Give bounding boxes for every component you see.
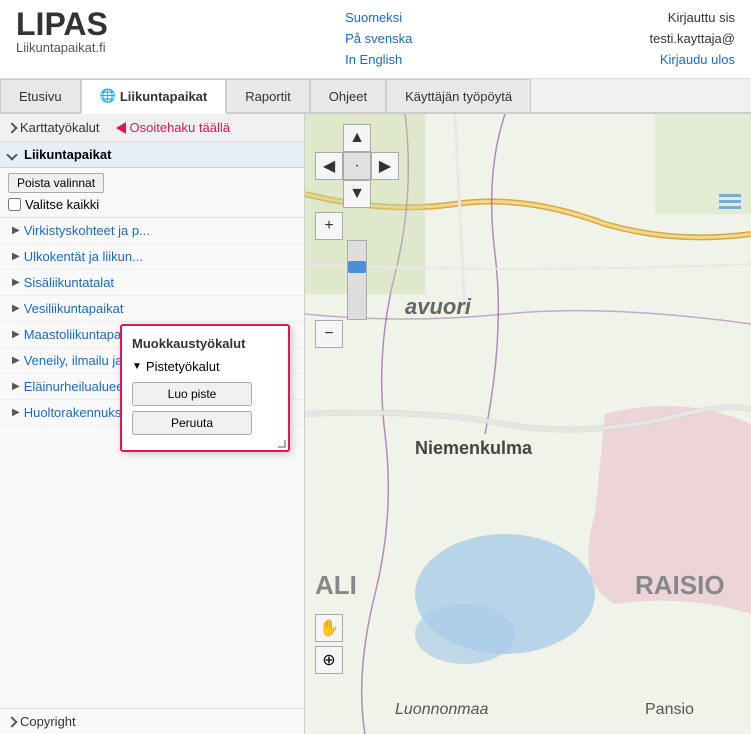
peruuta-button[interactable]: Peruuta bbox=[132, 411, 252, 435]
tab-liikuntapaikat-label: Liikuntapaikat bbox=[120, 89, 207, 104]
resize-handle[interactable] bbox=[278, 440, 286, 448]
list-item-label: Huoltorakennukset bbox=[24, 405, 132, 420]
valitse-kaikki-checkbox[interactable] bbox=[8, 198, 21, 211]
list-arrow-icon: ▶ bbox=[12, 303, 20, 314]
list-arrow-icon: ▶ bbox=[12, 251, 20, 262]
poista-valinnat-button[interactable]: Poista valinnat bbox=[8, 173, 104, 193]
tab-etusivu-label: Etusivu bbox=[19, 89, 62, 104]
tab-etusivu[interactable]: Etusivu bbox=[0, 79, 81, 112]
user-area: Kirjauttu sis testi.kayttaja@ Kirjaudu u… bbox=[650, 8, 735, 70]
logo-lipas: LIPAS bbox=[16, 8, 108, 40]
list-arrow-icon: ▶ bbox=[12, 225, 20, 236]
map-area[interactable]: avuori Niemenkulma ALI RAISIO Luonnonmaa… bbox=[305, 114, 751, 734]
pan-up-button[interactable]: ▲ bbox=[343, 124, 371, 152]
header: LIPAS Liikuntapaikat.fi Suomeksi På sven… bbox=[0, 0, 751, 79]
map-tools-section: Karttatyökalut Osoitehaku täällä bbox=[0, 114, 304, 142]
pistetyokalut-toggle[interactable]: ▼ Pistetyökalut bbox=[132, 359, 278, 374]
osoitehaku-hint: Osoitehaku täällä bbox=[116, 120, 230, 135]
osoitehaku-text: Osoitehaku täällä bbox=[130, 120, 230, 135]
tab-raportit-label: Raportit bbox=[245, 89, 291, 104]
map-controls: ▲ ◀ · ▶ ▼ + − bbox=[315, 124, 399, 348]
list-arrow-icon: ▶ bbox=[12, 381, 20, 392]
list-item-label: Sisäliikuntatalat bbox=[24, 275, 114, 290]
zoom-extent-button[interactable]: ⊕ bbox=[315, 646, 343, 674]
map-bottom-controls: ✋ ⊕ bbox=[315, 614, 343, 674]
list-item-label: Eläinurheilualueet bbox=[24, 379, 127, 394]
svg-text:ALI: ALI bbox=[315, 570, 357, 600]
map-lines-decoration bbox=[719, 194, 741, 209]
zoom-thumb[interactable] bbox=[348, 261, 366, 273]
valitse-kaikki-label: Valitse kaikki bbox=[25, 197, 99, 212]
list-item-label: Vesiliikuntapaikat bbox=[24, 301, 124, 316]
list-item[interactable]: ▶ Sisäliikuntatalat bbox=[0, 270, 304, 296]
list-item-label: Virkistyskohteet ja p... bbox=[24, 223, 150, 238]
sidebar-controls: Poista valinnat Valitse kaikki bbox=[0, 168, 304, 218]
pan-right-button[interactable]: ▶ bbox=[371, 152, 399, 180]
link-svenska[interactable]: På svenska bbox=[345, 29, 412, 50]
copyright-arrow-icon bbox=[6, 716, 17, 727]
list-arrow-icon: ▶ bbox=[12, 407, 20, 418]
tab-liikuntapaikat[interactable]: 🌐 Liikuntapaikat bbox=[81, 79, 227, 114]
list-item-label: Ulkokentät ja liikun... bbox=[24, 249, 143, 264]
link-suomeksi[interactable]: Suomeksi bbox=[345, 8, 402, 29]
svg-text:Luonnonmaa: Luonnonmaa bbox=[395, 701, 489, 718]
sidebar: Karttatyökalut Osoitehaku täällä Liikunt… bbox=[0, 114, 305, 734]
liikuntapaikat-label: Liikuntapaikat bbox=[24, 147, 111, 162]
globe-icon: 🌐 bbox=[100, 88, 116, 104]
zoom-out-button[interactable]: − bbox=[315, 320, 343, 348]
copyright-label: Copyright bbox=[20, 714, 76, 729]
tab-ohjeet-label: Ohjeet bbox=[329, 89, 367, 104]
list-item[interactable]: ▶ Vesiliikuntapaikat bbox=[0, 296, 304, 322]
valitse-kaikki-row: Valitse kaikki bbox=[8, 197, 296, 212]
svg-text:avuori: avuori bbox=[405, 294, 472, 319]
tab-ohjeet[interactable]: Ohjeet bbox=[310, 79, 386, 112]
svg-text:Niemenkulma: Niemenkulma bbox=[415, 438, 533, 458]
pistetyokalut-label: Pistetyökalut bbox=[146, 359, 220, 374]
nav-tabs: Etusivu 🌐 Liikuntapaikat Raportit Ohjeet… bbox=[0, 79, 751, 114]
liikuntapaikat-arrow-icon bbox=[6, 149, 17, 160]
hand-tool-button[interactable]: ✋ bbox=[315, 614, 343, 642]
list-item[interactable]: ▶ Ulkokentät ja liikun... bbox=[0, 244, 304, 270]
tab-tyopoyta-label: Käyttäjän työpöytä bbox=[405, 89, 512, 104]
luo-piste-button[interactable]: Luo piste bbox=[132, 382, 252, 406]
tab-raportit[interactable]: Raportit bbox=[226, 79, 310, 112]
pistetyokalut-arrow-icon: ▼ bbox=[132, 361, 142, 372]
modal-title: Muokkaustyökalut bbox=[132, 336, 278, 351]
tab-tyopoyta[interactable]: Käyttäjän työpöytä bbox=[386, 79, 531, 112]
list-arrow-icon: ▶ bbox=[12, 277, 20, 288]
liikuntapaikat-section[interactable]: Liikuntapaikat bbox=[0, 142, 304, 168]
copyright-section[interactable]: Copyright bbox=[0, 708, 304, 734]
top-links: Suomeksi På svenska In English bbox=[345, 8, 412, 70]
user-status: Kirjauttu sis bbox=[668, 8, 735, 29]
list-arrow-icon: ▶ bbox=[12, 329, 20, 340]
pan-down-button[interactable]: ▼ bbox=[343, 180, 371, 208]
zoom-in-button[interactable]: + bbox=[315, 212, 343, 240]
list-arrow-icon: ▶ bbox=[12, 355, 20, 366]
svg-text:RAISIO: RAISIO bbox=[635, 570, 725, 600]
zoom-slider[interactable] bbox=[347, 240, 367, 320]
list-item[interactable]: ▶ Virkistyskohteet ja p... bbox=[0, 218, 304, 244]
user-email: testi.kayttaja@ bbox=[650, 29, 735, 50]
arrow-right-icon bbox=[6, 122, 17, 133]
logo-area: LIPAS Liikuntapaikat.fi bbox=[16, 8, 108, 55]
logo-subtitle: Liikuntapaikat.fi bbox=[16, 40, 108, 55]
link-english[interactable]: In English bbox=[345, 50, 402, 71]
map-tools-label: Karttatyökalut bbox=[20, 120, 100, 135]
map-line bbox=[719, 206, 741, 209]
map-line bbox=[719, 200, 741, 203]
pan-left-button[interactable]: ◀ bbox=[315, 152, 343, 180]
arrow-left-pink-icon bbox=[116, 122, 126, 134]
main-layout: Karttatyökalut Osoitehaku täällä Liikunt… bbox=[0, 114, 751, 734]
pan-center-button[interactable]: · bbox=[343, 152, 371, 180]
muokkaus-modal: Muokkaustyökalut ▼ Pistetyökalut Luo pis… bbox=[120, 324, 290, 452]
svg-text:Pansio: Pansio bbox=[645, 701, 694, 718]
logout-link[interactable]: Kirjaudu ulos bbox=[660, 50, 735, 71]
map-line bbox=[719, 194, 741, 197]
map-tools-toggle[interactable]: Karttatyökalut bbox=[8, 120, 100, 135]
